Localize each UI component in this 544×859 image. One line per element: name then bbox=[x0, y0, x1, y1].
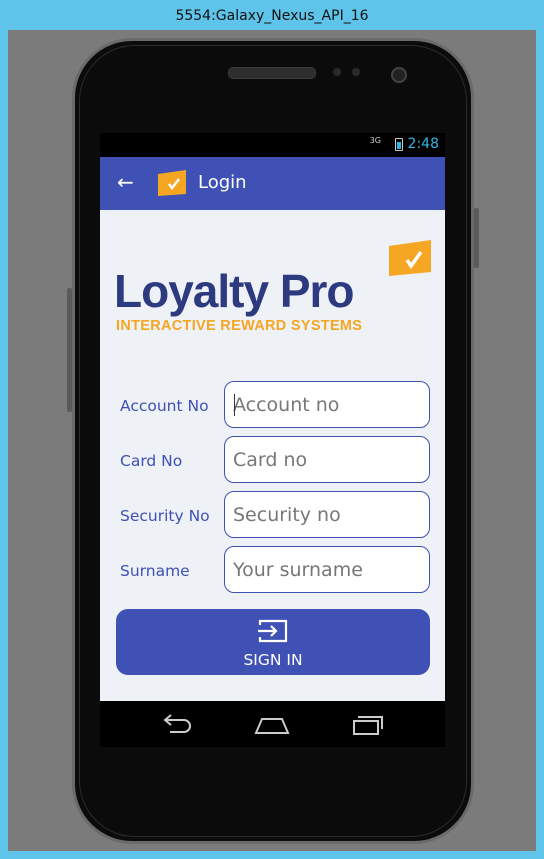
loyalty-badge-icon bbox=[158, 170, 186, 196]
logo-wordmark: Loyalty Pro bbox=[114, 265, 355, 317]
recents-nav-icon[interactable] bbox=[350, 712, 386, 736]
surname-row: Surname bbox=[100, 546, 445, 594]
account-no-field[interactable] bbox=[224, 381, 430, 428]
security-no-field[interactable] bbox=[224, 491, 430, 538]
proximity-sensor bbox=[333, 68, 341, 76]
account-no-label: Account No bbox=[120, 397, 209, 415]
card-no-label: Card No bbox=[120, 452, 183, 470]
card-no-field[interactable] bbox=[224, 436, 430, 483]
sign-in-label: SIGN IN bbox=[243, 651, 303, 669]
text-cursor bbox=[234, 394, 235, 416]
security-no-label: Security No bbox=[120, 507, 210, 525]
surname-label: Surname bbox=[120, 562, 190, 580]
account-no-input[interactable] bbox=[233, 382, 421, 427]
home-nav-icon[interactable] bbox=[254, 712, 290, 736]
surname-input[interactable] bbox=[233, 547, 421, 592]
status-clock: 2:48 bbox=[407, 136, 439, 152]
navigation-bar bbox=[100, 701, 445, 747]
sign-in-button[interactable]: SIGN IN bbox=[116, 609, 430, 675]
surname-field[interactable] bbox=[224, 546, 430, 593]
emulator-title: 5554:Galaxy_Nexus_API_16 bbox=[0, 0, 544, 30]
account-no-row: Account No bbox=[100, 381, 445, 429]
card-no-input[interactable] bbox=[233, 437, 421, 482]
loyalty-pro-logo: Loyalty Pro INTERACTIVE REWARD SYSTEMS bbox=[114, 240, 434, 340]
logo-badge-icon bbox=[389, 240, 431, 276]
card-no-row: Card No bbox=[100, 436, 445, 484]
security-no-input[interactable] bbox=[233, 492, 421, 537]
back-nav-icon[interactable] bbox=[158, 712, 194, 736]
front-camera bbox=[391, 67, 407, 83]
app-title: Login bbox=[198, 172, 247, 193]
earpiece-speaker bbox=[228, 67, 316, 79]
app-bar: ← Login bbox=[100, 157, 445, 210]
light-sensor bbox=[352, 68, 360, 76]
power-button[interactable] bbox=[474, 208, 479, 268]
status-bar: 3G 2:48 bbox=[100, 133, 445, 157]
device-screen: 3G 2:48 ← Login Loyalty Pro INTERACTIVE … bbox=[100, 133, 445, 701]
signal-indicator: 3G bbox=[369, 136, 381, 145]
battery-icon bbox=[395, 138, 403, 151]
volume-button[interactable] bbox=[67, 288, 72, 412]
arrow-left-icon[interactable]: ← bbox=[117, 172, 134, 192]
login-icon bbox=[258, 619, 288, 643]
security-no-row: Security No bbox=[100, 491, 445, 539]
logo-tagline: INTERACTIVE REWARD SYSTEMS bbox=[116, 318, 363, 334]
